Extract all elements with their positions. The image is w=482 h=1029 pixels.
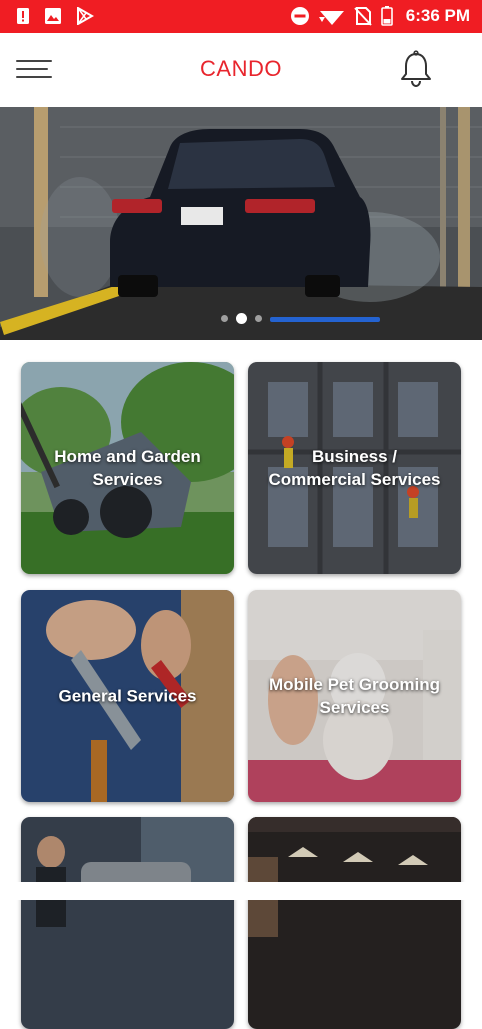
notifications-button[interactable]	[398, 49, 434, 89]
do-not-disturb-icon	[290, 7, 309, 25]
pagination-dot-active[interactable]	[235, 313, 247, 324]
bottom-fade	[0, 882, 482, 900]
image-notification-icon	[45, 8, 61, 24]
pagination-dot[interactable]	[254, 315, 262, 322]
service-label: Mobile Pet Grooming Services	[269, 675, 440, 717]
service-card-home-garden[interactable]: Home and Garden Services	[21, 362, 234, 574]
alert-notification-icon	[17, 8, 29, 24]
service-card-business-commercial[interactable]: Business / Commercial Services	[248, 362, 461, 574]
car-wash-photo	[0, 107, 482, 340]
bell-icon	[401, 50, 431, 88]
banner-pagination	[0, 313, 482, 324]
status-time: 6:36 PM	[405, 6, 470, 25]
service-card-interior[interactable]	[248, 817, 461, 1029]
play-store-icon	[77, 7, 94, 25]
service-card-automotive[interactable]	[21, 817, 234, 1029]
app-bar: CANDO	[0, 33, 482, 107]
service-label: Home and Garden Services	[54, 447, 201, 489]
service-card-pet-grooming[interactable]: Mobile Pet Grooming Services	[248, 590, 461, 802]
battery-icon	[380, 6, 393, 26]
status-bar: 6:36 PM	[0, 0, 482, 33]
service-label: General Services	[58, 686, 197, 706]
service-card-general[interactable]: General Services	[21, 590, 234, 802]
no-sim-icon	[354, 7, 372, 26]
wifi-icon	[318, 11, 344, 25]
service-label: Business / Commercial Services	[268, 447, 441, 489]
pagination-dot[interactable]	[220, 315, 228, 322]
promo-banner[interactable]	[0, 107, 482, 340]
